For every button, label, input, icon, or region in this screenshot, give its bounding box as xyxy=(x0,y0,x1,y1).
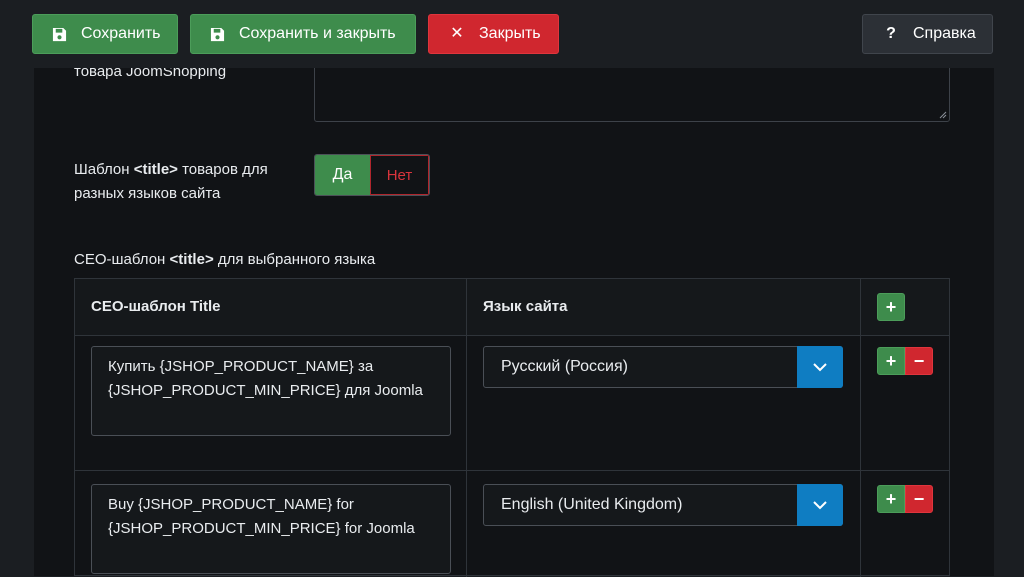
add-row-button[interactable]: + xyxy=(877,293,905,321)
remove-row-button[interactable]: − xyxy=(905,485,933,513)
column-divider xyxy=(860,279,861,577)
save-button-label: Сохранить xyxy=(81,25,161,42)
title-template-label-pre: Шаблон xyxy=(74,161,134,178)
resize-grip-icon[interactable] xyxy=(939,111,947,119)
toolbar: Сохранить Сохранить и закрыть ✕ Закрыть … xyxy=(0,0,1024,68)
save-and-close-button-label: Сохранить и закрыть xyxy=(239,25,396,42)
column-header-language: Язык сайта xyxy=(483,298,568,315)
title-tag-text: <title> xyxy=(133,161,178,178)
seo-section-label-post: для выбранного языка xyxy=(213,251,376,268)
save-and-close-button[interactable]: Сохранить и закрыть xyxy=(190,14,416,54)
row-divider xyxy=(75,470,949,471)
help-button-label: Справка xyxy=(913,25,976,42)
switch-yes-option[interactable]: Да xyxy=(315,155,370,195)
right-margin xyxy=(994,0,1024,576)
floppy-disk-icon xyxy=(209,26,225,42)
title-template-label: Шаблон <title> товаров для разных языков… xyxy=(74,158,304,206)
chevron-down-icon[interactable] xyxy=(797,484,843,526)
close-icon: ✕ xyxy=(450,25,464,42)
save-button[interactable]: Сохранить xyxy=(32,14,178,54)
column-divider xyxy=(466,279,467,577)
close-button[interactable]: ✕ Закрыть xyxy=(428,14,559,54)
question-icon: ? xyxy=(886,25,896,42)
template-textarea-ru[interactable]: Купить {JSHOP_PRODUCT_NAME} за {JSHOP_PR… xyxy=(91,346,451,436)
left-margin xyxy=(0,0,34,576)
template-textarea-en[interactable]: Buy {JSHOP_PRODUCT_NAME} for {JSHOP_PROD… xyxy=(91,484,451,574)
switch-no-option[interactable]: Нет xyxy=(370,155,429,195)
seo-section-label-pre: СЕО-шаблон xyxy=(74,251,170,268)
seo-section-label: СЕО-шаблон <title> для выбранного языка xyxy=(74,248,375,272)
language-select-value: Русский (Россия) xyxy=(501,358,628,375)
chevron-down-icon[interactable] xyxy=(797,346,843,388)
seo-title-tag-text: <title> xyxy=(169,251,214,268)
language-select-en[interactable]: English (United Kingdom) xyxy=(483,484,843,526)
language-select-ru[interactable]: Русский (Россия) xyxy=(483,346,843,388)
language-select-value: English (United Kingdom) xyxy=(501,496,683,513)
floppy-disk-icon xyxy=(51,26,67,42)
remove-row-button[interactable]: − xyxy=(905,347,933,375)
add-row-after-button[interactable]: + xyxy=(877,347,905,375)
column-header-template: СЕО-шаблон Title xyxy=(91,298,221,315)
seo-templates-table: СЕО-шаблон Title Язык сайта + Купить {JS… xyxy=(74,278,950,577)
help-button[interactable]: ? Справка xyxy=(862,14,993,54)
table-header: СЕО-шаблон Title Язык сайта + xyxy=(75,279,949,336)
title-template-switch[interactable]: Да Нет xyxy=(314,154,430,196)
add-row-after-button[interactable]: + xyxy=(877,485,905,513)
close-button-label: Закрыть xyxy=(479,25,541,42)
